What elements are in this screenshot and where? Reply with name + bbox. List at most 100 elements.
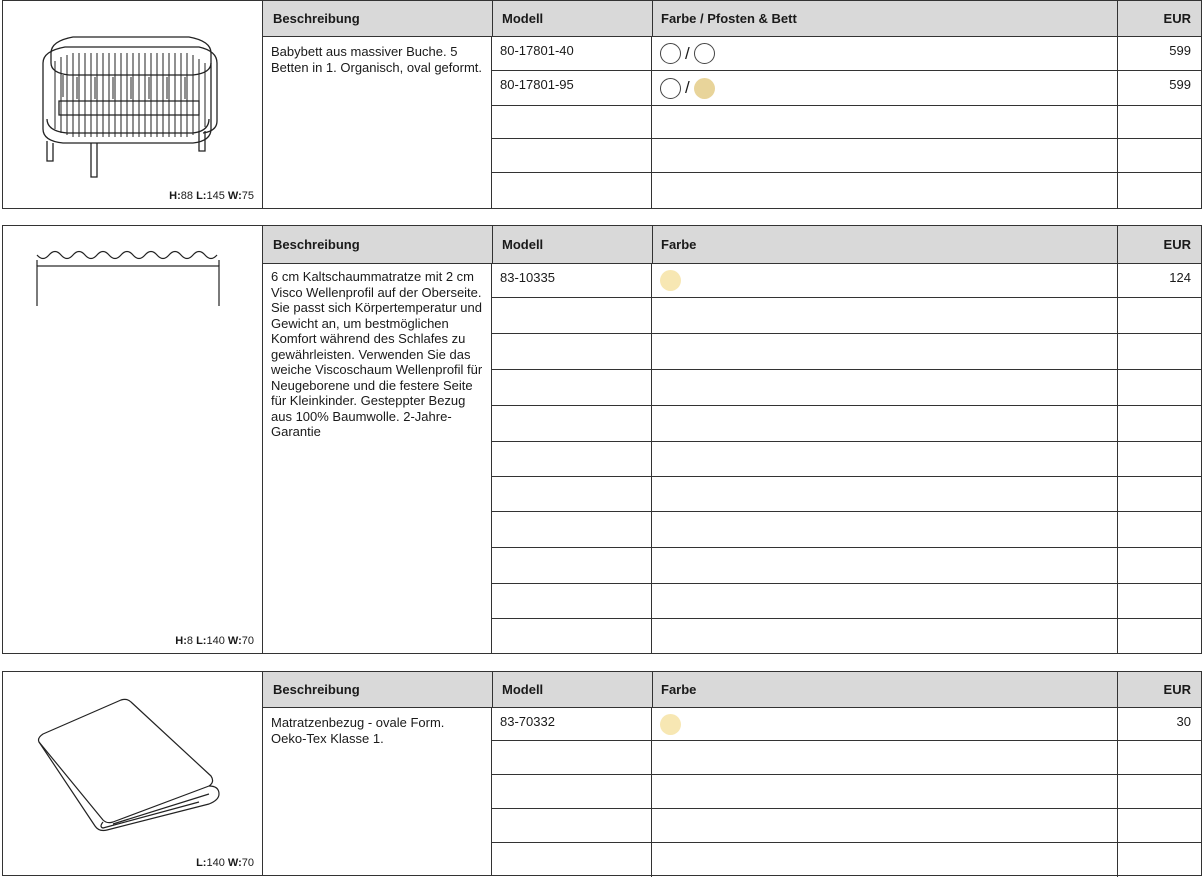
table-row [492,809,1201,843]
model-number [492,139,652,172]
model-number [492,843,652,877]
product-image-cell: H:8 L:140 W:70 [3,226,263,653]
table-row [492,619,1201,653]
color-swatches [652,334,1118,369]
price: 30 [1176,714,1191,729]
cream-swatch-icon [660,270,681,291]
dimensions-label: H:88 L:145 W:75 [169,190,254,202]
table-row [492,442,1201,477]
header-eur: EUR [1163,237,1191,252]
header-model: Modell [502,682,544,697]
description-cell: Babybett aus massiver Buche. 5 Betten in… [263,37,492,208]
color-swatches [652,584,1118,618]
price [1118,619,1201,653]
table-row: 83-70332 30 [492,708,1201,741]
color-swatches [652,512,1118,547]
description-cell: Matratzenbezug - ovale Form. Oeko-Tex Kl… [263,708,492,875]
header-eur: EUR [1163,682,1191,697]
color-swatches [652,442,1118,476]
beige-swatch-icon [693,77,715,99]
model-number [492,477,652,511]
variant-rows: 83-70332 30 [492,708,1201,877]
model-number [492,298,652,333]
table-row [492,334,1201,370]
table-row [492,173,1201,209]
model-number [492,809,652,842]
model-number [492,775,652,808]
header-description: Beschreibung [273,11,360,26]
table-row [492,584,1201,619]
white-swatch-icon [660,43,681,64]
model-number: 83-70332 [492,708,652,740]
price [1118,741,1201,774]
table-row [492,775,1201,809]
model-number [492,173,652,209]
dimensions-label: L:140 W:70 [196,857,254,869]
color-swatches [652,298,1118,333]
product-image-cell: L:140 W:70 [3,672,263,875]
price [1118,106,1201,138]
color-swatches [652,775,1118,808]
model-number [492,584,652,618]
mattress-cover-icon [37,698,220,832]
color-swatches [652,406,1118,441]
table-row [492,298,1201,334]
price [1118,298,1201,333]
price [1118,477,1201,511]
header-color: Farbe [661,237,697,252]
color-swatches [652,139,1118,172]
slash-separator: / [685,43,690,63]
color-swatches [652,370,1118,405]
color-swatches [652,619,1118,653]
product-description: Matratzenbezug - ovale Form. Oeko-Tex Kl… [271,715,445,746]
table-row: 80-17801-95 / 599 [492,71,1201,106]
model-number [492,406,652,441]
price [1118,406,1201,441]
color-swatches [652,708,1118,740]
price: 599 [1169,77,1191,92]
model-number: 80-17801-40 [492,37,652,70]
white-swatch-icon [693,43,715,64]
price: 124 [1169,270,1191,285]
color-swatches [652,106,1118,138]
description-cell: 6 cm Kaltschaummatratze mit 2 cm Visco W… [263,264,492,653]
product-description: Babybett aus massiver Buche. 5 Betten in… [271,44,482,75]
model-number [492,370,652,405]
color-swatches: / [652,37,1118,70]
price [1118,512,1201,547]
product-image-cell: H:88 L:145 W:75 [3,1,263,208]
header-model: Modell [502,237,544,252]
model-number [492,619,652,653]
table-row [492,741,1201,775]
header-description: Beschreibung [273,237,360,252]
table-row [492,106,1201,139]
color-swatches: / [652,71,1118,105]
price [1118,548,1201,583]
table-header: Beschreibung Modell Farbe / Pfosten & Be… [263,1,1201,37]
color-swatches [652,843,1118,877]
slash-separator: / [685,78,690,97]
table-header: Beschreibung Modell Farbe EUR [263,226,1201,264]
dimensions-label: H:8 L:140 W:70 [175,635,254,647]
model-number [492,512,652,547]
product-block-crib: H:88 L:145 W:75 Beschreibung Modell Farb… [2,0,1202,209]
table-row [492,477,1201,512]
product-block-mattress-cover: L:140 W:70 Beschreibung Modell Farbe EUR… [2,671,1202,877]
price [1118,139,1201,172]
table-row [492,139,1201,173]
table-row: 83-10335 124 [492,264,1201,298]
table-row [492,843,1201,877]
price [1118,584,1201,618]
price [1118,775,1201,808]
model-number [492,548,652,583]
price [1118,809,1201,842]
table-header: Beschreibung Modell Farbe EUR [263,672,1201,708]
header-color: Farbe / Pfosten & Bett [661,11,797,26]
model-number [492,106,652,138]
color-swatches [652,741,1118,774]
variant-rows: 83-10335 124 [492,264,1201,653]
table-row [492,548,1201,584]
wave-mattress-icon [36,250,220,306]
oval-crib-icon [42,36,218,178]
model-number: 83-10335 [492,264,652,297]
